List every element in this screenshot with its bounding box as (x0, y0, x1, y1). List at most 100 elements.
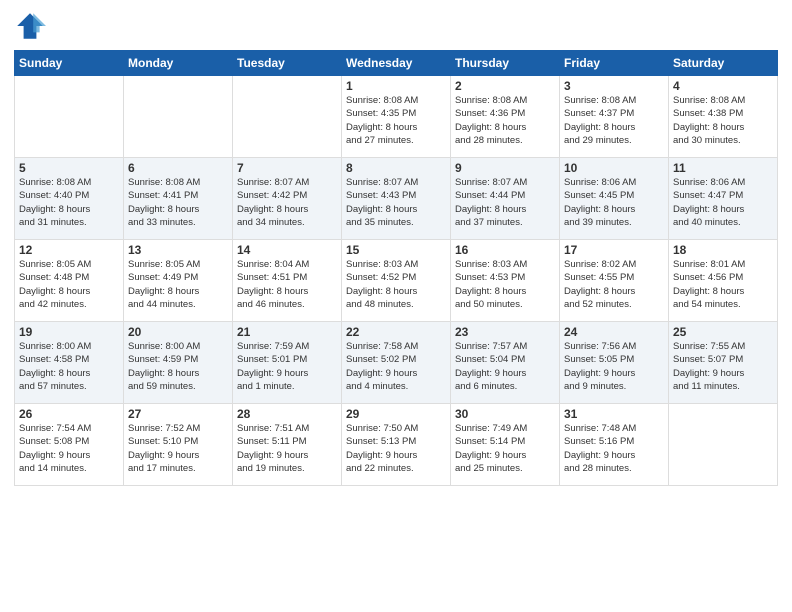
day-info: Sunrise: 8:00 AMSunset: 4:58 PMDaylight:… (19, 340, 119, 393)
day-number: 1 (346, 79, 446, 93)
day-info: Sunrise: 8:03 AMSunset: 4:52 PMDaylight:… (346, 258, 446, 311)
logo-icon (14, 10, 46, 42)
calendar-day-26: 26Sunrise: 7:54 AMSunset: 5:08 PMDayligh… (15, 404, 124, 486)
day-number: 24 (564, 325, 664, 339)
calendar-day-30: 30Sunrise: 7:49 AMSunset: 5:14 PMDayligh… (451, 404, 560, 486)
day-info: Sunrise: 8:07 AMSunset: 4:44 PMDaylight:… (455, 176, 555, 229)
empty-calendar-cell (669, 404, 778, 486)
day-number: 19 (19, 325, 119, 339)
day-info: Sunrise: 7:57 AMSunset: 5:04 PMDaylight:… (455, 340, 555, 393)
calendar-day-17: 17Sunrise: 8:02 AMSunset: 4:55 PMDayligh… (560, 240, 669, 322)
calendar-day-10: 10Sunrise: 8:06 AMSunset: 4:45 PMDayligh… (560, 158, 669, 240)
calendar-day-22: 22Sunrise: 7:58 AMSunset: 5:02 PMDayligh… (342, 322, 451, 404)
day-number: 28 (237, 407, 337, 421)
calendar-day-9: 9Sunrise: 8:07 AMSunset: 4:44 PMDaylight… (451, 158, 560, 240)
day-info: Sunrise: 8:05 AMSunset: 4:48 PMDaylight:… (19, 258, 119, 311)
day-info: Sunrise: 8:04 AMSunset: 4:51 PMDaylight:… (237, 258, 337, 311)
empty-calendar-cell (233, 76, 342, 158)
calendar-week-row: 1Sunrise: 8:08 AMSunset: 4:35 PMDaylight… (15, 76, 778, 158)
calendar-day-25: 25Sunrise: 7:55 AMSunset: 5:07 PMDayligh… (669, 322, 778, 404)
calendar-day-20: 20Sunrise: 8:00 AMSunset: 4:59 PMDayligh… (124, 322, 233, 404)
weekday-header-row: SundayMondayTuesdayWednesdayThursdayFrid… (15, 51, 778, 76)
day-number: 31 (564, 407, 664, 421)
calendar-day-6: 6Sunrise: 8:08 AMSunset: 4:41 PMDaylight… (124, 158, 233, 240)
calendar-day-7: 7Sunrise: 8:07 AMSunset: 4:42 PMDaylight… (233, 158, 342, 240)
day-info: Sunrise: 7:59 AMSunset: 5:01 PMDaylight:… (237, 340, 337, 393)
day-info: Sunrise: 8:08 AMSunset: 4:41 PMDaylight:… (128, 176, 228, 229)
day-info: Sunrise: 7:48 AMSunset: 5:16 PMDaylight:… (564, 422, 664, 475)
calendar-day-2: 2Sunrise: 8:08 AMSunset: 4:36 PMDaylight… (451, 76, 560, 158)
day-number: 27 (128, 407, 228, 421)
weekday-header-saturday: Saturday (669, 51, 778, 76)
calendar-week-row: 12Sunrise: 8:05 AMSunset: 4:48 PMDayligh… (15, 240, 778, 322)
day-number: 10 (564, 161, 664, 175)
calendar-day-3: 3Sunrise: 8:08 AMSunset: 4:37 PMDaylight… (560, 76, 669, 158)
page: SundayMondayTuesdayWednesdayThursdayFrid… (0, 0, 792, 612)
calendar-day-16: 16Sunrise: 8:03 AMSunset: 4:53 PMDayligh… (451, 240, 560, 322)
day-info: Sunrise: 8:03 AMSunset: 4:53 PMDaylight:… (455, 258, 555, 311)
calendar-day-11: 11Sunrise: 8:06 AMSunset: 4:47 PMDayligh… (669, 158, 778, 240)
day-number: 15 (346, 243, 446, 257)
calendar-day-24: 24Sunrise: 7:56 AMSunset: 5:05 PMDayligh… (560, 322, 669, 404)
day-number: 23 (455, 325, 555, 339)
day-number: 9 (455, 161, 555, 175)
day-info: Sunrise: 7:58 AMSunset: 5:02 PMDaylight:… (346, 340, 446, 393)
day-number: 12 (19, 243, 119, 257)
day-number: 14 (237, 243, 337, 257)
calendar-day-31: 31Sunrise: 7:48 AMSunset: 5:16 PMDayligh… (560, 404, 669, 486)
day-number: 11 (673, 161, 773, 175)
calendar-day-29: 29Sunrise: 7:50 AMSunset: 5:13 PMDayligh… (342, 404, 451, 486)
day-number: 5 (19, 161, 119, 175)
calendar-day-28: 28Sunrise: 7:51 AMSunset: 5:11 PMDayligh… (233, 404, 342, 486)
day-info: Sunrise: 7:50 AMSunset: 5:13 PMDaylight:… (346, 422, 446, 475)
weekday-header-friday: Friday (560, 51, 669, 76)
day-info: Sunrise: 7:54 AMSunset: 5:08 PMDaylight:… (19, 422, 119, 475)
calendar-week-row: 26Sunrise: 7:54 AMSunset: 5:08 PMDayligh… (15, 404, 778, 486)
calendar-week-row: 5Sunrise: 8:08 AMSunset: 4:40 PMDaylight… (15, 158, 778, 240)
day-number: 30 (455, 407, 555, 421)
calendar-day-8: 8Sunrise: 8:07 AMSunset: 4:43 PMDaylight… (342, 158, 451, 240)
day-number: 22 (346, 325, 446, 339)
calendar-day-19: 19Sunrise: 8:00 AMSunset: 4:58 PMDayligh… (15, 322, 124, 404)
weekday-header-sunday: Sunday (15, 51, 124, 76)
day-info: Sunrise: 8:08 AMSunset: 4:37 PMDaylight:… (564, 94, 664, 147)
calendar-day-27: 27Sunrise: 7:52 AMSunset: 5:10 PMDayligh… (124, 404, 233, 486)
day-number: 7 (237, 161, 337, 175)
day-number: 17 (564, 243, 664, 257)
day-info: Sunrise: 8:02 AMSunset: 4:55 PMDaylight:… (564, 258, 664, 311)
day-info: Sunrise: 8:07 AMSunset: 4:42 PMDaylight:… (237, 176, 337, 229)
header (14, 10, 778, 42)
calendar-day-14: 14Sunrise: 8:04 AMSunset: 4:51 PMDayligh… (233, 240, 342, 322)
day-info: Sunrise: 8:08 AMSunset: 4:35 PMDaylight:… (346, 94, 446, 147)
day-info: Sunrise: 8:05 AMSunset: 4:49 PMDaylight:… (128, 258, 228, 311)
day-info: Sunrise: 7:49 AMSunset: 5:14 PMDaylight:… (455, 422, 555, 475)
empty-calendar-cell (15, 76, 124, 158)
day-info: Sunrise: 8:06 AMSunset: 4:45 PMDaylight:… (564, 176, 664, 229)
weekday-header-monday: Monday (124, 51, 233, 76)
calendar-day-4: 4Sunrise: 8:08 AMSunset: 4:38 PMDaylight… (669, 76, 778, 158)
calendar-day-21: 21Sunrise: 7:59 AMSunset: 5:01 PMDayligh… (233, 322, 342, 404)
weekday-header-tuesday: Tuesday (233, 51, 342, 76)
day-number: 8 (346, 161, 446, 175)
day-number: 2 (455, 79, 555, 93)
weekday-header-wednesday: Wednesday (342, 51, 451, 76)
day-number: 29 (346, 407, 446, 421)
day-info: Sunrise: 8:00 AMSunset: 4:59 PMDaylight:… (128, 340, 228, 393)
day-number: 20 (128, 325, 228, 339)
day-info: Sunrise: 7:51 AMSunset: 5:11 PMDaylight:… (237, 422, 337, 475)
day-number: 3 (564, 79, 664, 93)
day-info: Sunrise: 8:08 AMSunset: 4:40 PMDaylight:… (19, 176, 119, 229)
calendar-week-row: 19Sunrise: 8:00 AMSunset: 4:58 PMDayligh… (15, 322, 778, 404)
day-info: Sunrise: 8:08 AMSunset: 4:36 PMDaylight:… (455, 94, 555, 147)
day-number: 25 (673, 325, 773, 339)
day-info: Sunrise: 7:56 AMSunset: 5:05 PMDaylight:… (564, 340, 664, 393)
day-info: Sunrise: 7:55 AMSunset: 5:07 PMDaylight:… (673, 340, 773, 393)
day-number: 4 (673, 79, 773, 93)
day-number: 18 (673, 243, 773, 257)
day-info: Sunrise: 8:08 AMSunset: 4:38 PMDaylight:… (673, 94, 773, 147)
day-info: Sunrise: 8:01 AMSunset: 4:56 PMDaylight:… (673, 258, 773, 311)
logo (14, 10, 50, 42)
calendar-day-1: 1Sunrise: 8:08 AMSunset: 4:35 PMDaylight… (342, 76, 451, 158)
day-number: 16 (455, 243, 555, 257)
calendar-day-13: 13Sunrise: 8:05 AMSunset: 4:49 PMDayligh… (124, 240, 233, 322)
